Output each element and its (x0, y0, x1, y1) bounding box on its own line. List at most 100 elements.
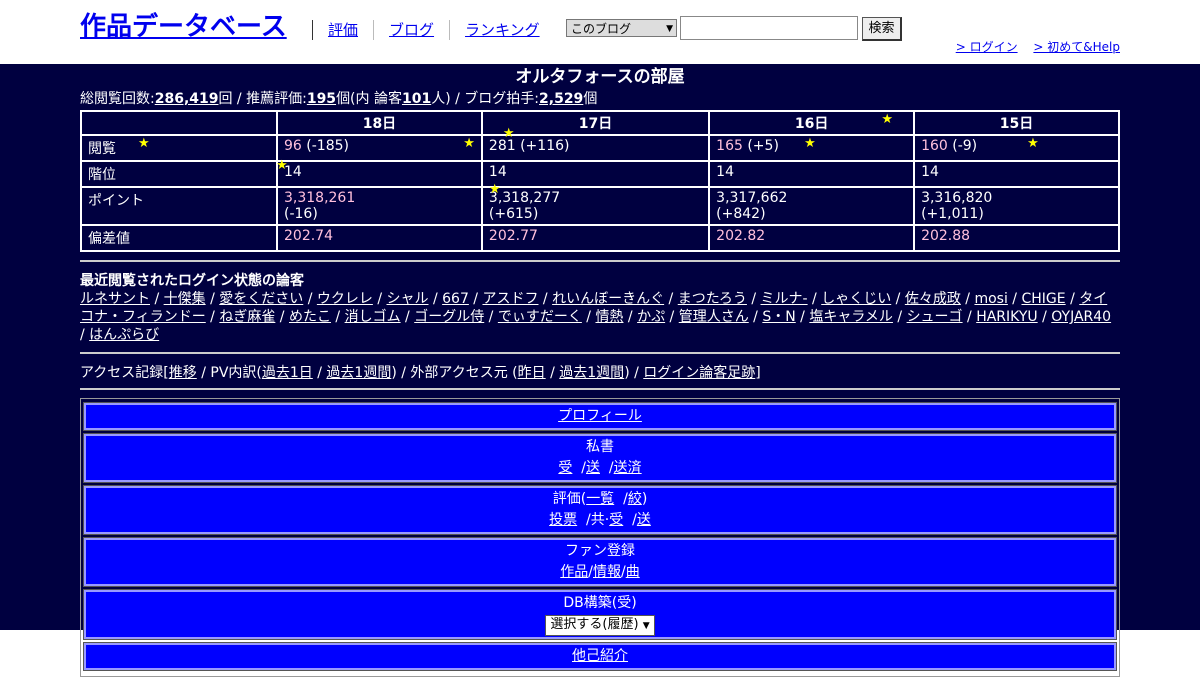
separator: / (581, 309, 596, 325)
fan-work-link[interactable]: 作品 (560, 564, 588, 580)
critic-link[interactable]: れいんぼーきんぐ (552, 291, 664, 307)
separator: / (892, 309, 907, 325)
menu-fan: ファン登録 作品/情報/曲 (83, 537, 1117, 587)
search-button[interactable]: 検索 (862, 17, 902, 41)
site-title-link[interactable]: 作品データベース (80, 6, 287, 43)
critic-link[interactable]: 667 (442, 291, 469, 307)
critic-link[interactable]: 佐々成政 (905, 291, 961, 307)
divider (80, 352, 1120, 354)
help-link[interactable]: > 初めて&Help (1033, 40, 1120, 54)
table-cell: 202.88 (913, 224, 1120, 252)
ext-1week-link[interactable]: 過去1週間 (559, 365, 624, 381)
critic-link[interactable]: シャル (387, 291, 429, 307)
star-icon: ★ (488, 182, 501, 197)
critic-link[interactable]: アスドフ (482, 291, 538, 307)
critic-link[interactable]: 消しゴム (345, 309, 401, 325)
star-icon: ★ (502, 126, 515, 141)
daily-stats-table: 18日 17日 16日 ★ 15日 閲覧 ★ 96 (-185) ★ 281 (+11… (80, 110, 1120, 252)
search-input[interactable] (680, 16, 858, 40)
access-trend-link[interactable]: 推移 (169, 365, 197, 381)
separator: / (960, 291, 975, 307)
table-cell: 14 (913, 160, 1120, 188)
critic-link[interactable]: 管理人さん (679, 309, 749, 325)
pv-1week-link[interactable]: 過去1週間 (326, 365, 391, 381)
table-cell: 3,318,277 (+615) ★ (480, 182, 711, 226)
critic-count[interactable]: 101 (402, 91, 431, 107)
star-icon: ★ (463, 136, 475, 151)
mail-recv-link[interactable]: 受 (558, 460, 572, 476)
nav-blog-link[interactable]: ブログ (374, 19, 449, 40)
stats-label: 総閲覧回数: (80, 91, 155, 107)
critic-link[interactable]: でぃすだーく (498, 309, 582, 325)
separator: / (795, 309, 810, 325)
separator: / (538, 291, 553, 307)
separator: / (468, 291, 483, 307)
db-history-select[interactable]: 選択する(履歴) ▼ (545, 615, 655, 636)
critic-link[interactable]: ルネサント (80, 291, 150, 307)
critic-link[interactable]: めたこ (289, 309, 331, 325)
login-link[interactable]: > ログイン (956, 40, 1018, 54)
recent-critics-list: ルネサント / 十傑集 / 愛をください / ウクレレ / シャル / 667 … (80, 290, 1120, 344)
critic-link[interactable]: 愛をください (219, 291, 303, 307)
account-links: > ログイン > 初めて&Help (944, 38, 1120, 55)
fan-song-link[interactable]: 曲 (626, 564, 640, 580)
table-row: ポイント 3,318,261 (-16) 3,318,277 (+615) ★ 3,3… (80, 182, 1120, 226)
mail-send-link[interactable]: 送 (586, 460, 600, 476)
separator: / (1065, 291, 1080, 307)
critic-link[interactable]: まつたろう (678, 291, 747, 307)
kyo-recv-link[interactable]: 受 (609, 512, 623, 528)
clap-count[interactable]: 2,529 (539, 91, 583, 107)
critic-link[interactable]: 塩キャラメル (809, 309, 893, 325)
footprint-link[interactable]: ログイン論客足跡 (643, 365, 755, 381)
critic-link[interactable]: ウクレレ (317, 291, 373, 307)
recommend-count[interactable]: 195 (307, 91, 336, 107)
critic-link[interactable]: しゃくじい (821, 291, 891, 307)
kyo-send-link[interactable]: 送 (637, 512, 651, 528)
critic-link[interactable]: HARIKYU (976, 309, 1037, 325)
separator: / (303, 291, 317, 307)
table-row: 階位 14 ★ 14 14 14 (80, 158, 1120, 188)
eval-title: 評価( (552, 491, 587, 507)
ext-yesterday-link[interactable]: 昨日 (518, 365, 546, 381)
critic-link[interactable]: ゴーグル侍 (414, 309, 484, 325)
table-header-day: 16日 ★ (708, 110, 916, 136)
separator: / (428, 291, 443, 307)
row-label: 階位 (80, 160, 278, 188)
critic-link[interactable]: 情熱 (595, 309, 623, 325)
search-scope-select[interactable]: このブログ ▼ (566, 19, 677, 37)
critic-link[interactable]: ミルナ- (761, 291, 808, 307)
eval-list-link[interactable]: 一覧 (586, 491, 614, 507)
nav-ranking-link[interactable]: ランキング (450, 19, 555, 40)
main-content: オルタフォースの部屋 総閲覧回数:286,419回 / 推薦評価:195個(内 … (0, 64, 1200, 677)
separator: / (807, 291, 822, 307)
access-label: アクセス記録[ (80, 365, 169, 381)
critic-link[interactable]: はんぷらび (89, 327, 159, 343)
critic-link[interactable]: mosi (974, 291, 1007, 307)
separator: / (665, 309, 679, 325)
menu-profile: プロフィール (83, 402, 1117, 431)
pv-1day-link[interactable]: 過去1日 (262, 365, 313, 381)
row-label: ポイント (80, 186, 278, 226)
critic-link[interactable]: OYJAR40 (1051, 309, 1111, 325)
nav-rating-link[interactable]: 評価 (313, 19, 373, 40)
access-label: ) / 外部アクセス元 ( (391, 365, 518, 381)
critic-link[interactable]: かぷ (637, 309, 665, 325)
critic-link[interactable]: 十傑集 (164, 291, 206, 307)
eval-narrow-link[interactable]: 絞 (628, 491, 642, 507)
separator: / (623, 309, 638, 325)
fan-info-link[interactable]: 情報 (593, 564, 621, 580)
critic-link[interactable]: ねぎ麻雀 (219, 309, 275, 325)
mail-sent-link[interactable]: 送済 (614, 460, 642, 476)
table-cell: 202.77 (480, 224, 711, 252)
vote-link[interactable]: 投票 (549, 512, 577, 528)
profile-link[interactable]: プロフィール (558, 408, 642, 424)
critic-link[interactable]: シューゴ (907, 309, 963, 325)
critic-link[interactable]: CHIGE (1021, 291, 1065, 307)
stats-label: 人) / ブログ拍手: (431, 91, 540, 107)
table-header-row: 18日 17日 16日 ★ 15日 (80, 110, 1120, 136)
critic-link[interactable]: S・N (762, 309, 795, 325)
total-views[interactable]: 286,419 (155, 91, 219, 107)
self-intro-link[interactable]: 他己紹介 (572, 648, 628, 664)
access-label: / (545, 365, 560, 381)
separator: / (80, 327, 90, 343)
